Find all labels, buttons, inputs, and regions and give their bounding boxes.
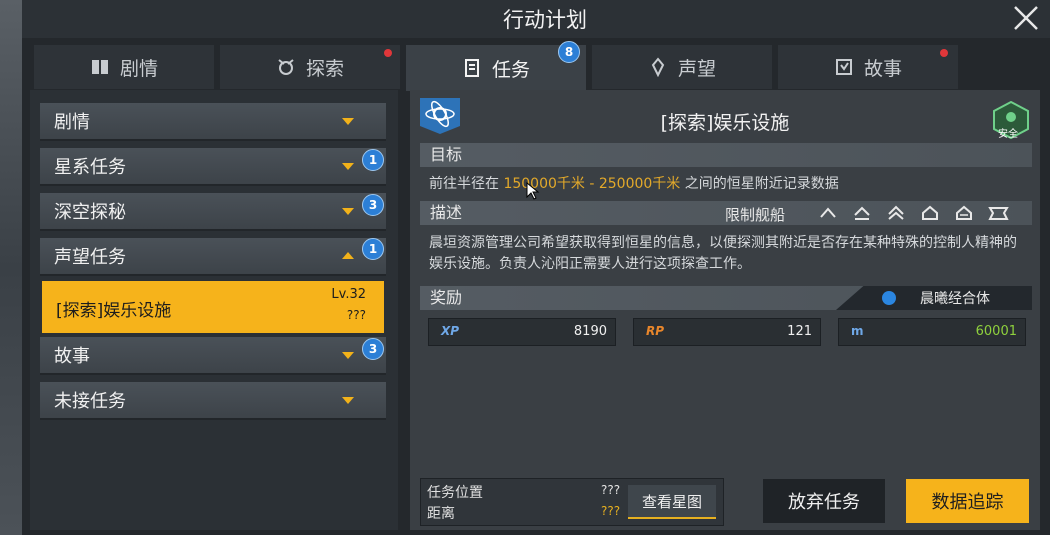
tab-label: 任务 (491, 58, 530, 81)
quest-title: [探索]娱乐设施 (660, 112, 790, 134)
explore-alert-dot (384, 49, 392, 57)
category-badge: 3 (362, 338, 384, 360)
view-star-map-button[interactable]: 查看星图 (628, 485, 716, 519)
faction-name: 晨曦经合体 (920, 291, 990, 307)
chevron-down-icon (342, 118, 354, 125)
objective-suffix: 之间的恒星附近记录数据 (684, 176, 839, 192)
category-deepspace[interactable]: 深空探秘 (40, 193, 386, 231)
distance-label: 距离 (427, 506, 455, 522)
chevron-down-icon (342, 163, 354, 170)
rp-value: 121 (787, 324, 812, 339)
explore-quest-icon (420, 98, 460, 134)
ship-class-2-icon (854, 206, 870, 220)
chevron-up-icon (342, 252, 354, 259)
category-badge: 1 (362, 238, 384, 260)
tab-label: 故事 (863, 57, 902, 80)
tab-label: 探索 (305, 57, 344, 80)
category-label: 故事 (54, 346, 90, 367)
tab-stories[interactable]: 故事 (778, 45, 958, 89)
safe-label: 安全 (998, 129, 1018, 140)
quest-item-level: Lv.32 (331, 287, 366, 302)
category-story[interactable]: 剧情 (40, 103, 386, 141)
tab-bar: 剧情 探索 任务 8 声望 故事 (34, 41, 1034, 91)
faction-icon (882, 291, 896, 305)
category-tales[interactable]: 故事 (40, 337, 386, 375)
explore-icon (278, 59, 294, 75)
ship-class-5-icon (956, 205, 972, 220)
chevron-down-icon (342, 352, 354, 359)
category-reputation[interactable]: 声望任务 (40, 238, 386, 276)
quest-item-unknown: ??? (346, 308, 366, 322)
ship-class-6-icon (988, 207, 1009, 220)
reputation-icon (651, 57, 665, 77)
quest-description: 晨垣资源管理公司希望获取得到恒星的信息，以便探测其附近是否存在某种特殊的控制人精… (429, 235, 1017, 272)
objective-header: 目标 (420, 143, 1032, 167)
close-icon (1014, 6, 1038, 30)
category-label: 星系任务 (54, 157, 126, 178)
location-label: 任务位置 (427, 485, 483, 501)
category-label: 深空探秘 (54, 202, 126, 223)
close-button[interactable] (1010, 2, 1042, 34)
category-label: 剧情 (54, 112, 90, 133)
story-icon (835, 59, 852, 75)
category-label: 声望任务 (54, 247, 126, 268)
reward-credits: m 60001 (838, 318, 1026, 346)
category-badge: 1 (362, 149, 384, 171)
tab-label: 声望 (677, 57, 716, 80)
quest-item-selected[interactable]: [探索]娱乐设施 Lv.32 ??? (42, 281, 384, 333)
ship-class-icons (818, 205, 1009, 221)
safe-zone-indicator: 安全 (992, 100, 1030, 140)
credits-value: 60001 (975, 324, 1017, 339)
ship-class-3-icon (888, 205, 904, 220)
book-icon (91, 60, 108, 74)
rp-label: RP (646, 324, 665, 338)
tasks-count-badge: 8 (558, 41, 580, 63)
chevron-down-icon (342, 397, 354, 404)
category-label: 未接任务 (54, 391, 126, 412)
quest-item-name: [探索]娱乐设施 (56, 301, 172, 321)
ship-restriction-label: 限制舰船 (725, 206, 786, 224)
mouse-cursor-icon (526, 182, 540, 200)
tab-label: 剧情 (119, 57, 158, 80)
location-value: ??? (601, 483, 621, 497)
category-unaccepted[interactable]: 未接任务 (40, 382, 386, 420)
faction-tag: 晨曦经合体 (836, 286, 1032, 310)
reward-rp: RP 121 (633, 318, 821, 346)
ship-class-1-icon (820, 207, 836, 218)
category-galaxy[interactable]: 星系任务 (40, 148, 386, 186)
chevron-down-icon (342, 208, 354, 215)
ship-class-4-icon (922, 205, 938, 220)
reward-xp: XP 8190 (428, 318, 616, 346)
track-quest-button[interactable]: 数据追踪 (906, 479, 1029, 523)
clipboard-icon (464, 59, 479, 77)
tab-reputation[interactable]: 声望 (592, 45, 772, 89)
window-title: 行动计划 (503, 8, 587, 32)
xp-value: 8190 (573, 324, 607, 339)
xp-label: XP (441, 324, 460, 338)
story-alert-dot (940, 49, 948, 57)
tab-explore[interactable]: 探索 (220, 45, 400, 89)
distance-value: ??? (601, 504, 621, 518)
category-badge: 3 (362, 194, 384, 216)
credits-label: m (851, 324, 864, 338)
tab-story[interactable]: 剧情 (34, 45, 214, 89)
objective-text: 前往半径在 150000千米 - 250000千米 之间的恒星附近记录数据 (429, 173, 839, 193)
objective-prefix: 前往半径在 (429, 176, 499, 192)
abandon-quest-button[interactable]: 放弃任务 (763, 479, 885, 523)
